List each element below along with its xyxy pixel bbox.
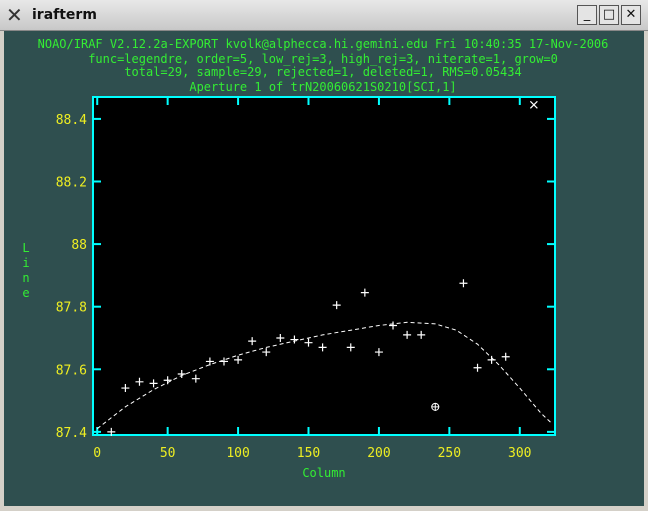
close-button[interactable]: ✕	[621, 5, 641, 25]
minimize-button[interactable]: _	[577, 5, 597, 25]
plot-canvas: NOAO/IRAF V2.12.2a-EXPORT kvolk@alphecca…	[22, 37, 609, 480]
rejected-point	[431, 402, 440, 411]
y-axis-label: Line	[22, 241, 29, 300]
x-tick-label: 250	[438, 446, 461, 461]
window-title: irafterm	[32, 7, 97, 23]
y-axis-label-char: n	[22, 271, 29, 285]
irafterm-window: ✕ irafterm _ □ ✕ NOAO/IRAF V2.12.2a-EXPO…	[0, 0, 648, 511]
maximize-button[interactable]: □	[599, 5, 619, 25]
y-axis-label-char: e	[22, 286, 29, 300]
x-tick-label: 150	[297, 446, 320, 461]
y-tick-label: 88	[71, 238, 87, 253]
x-tick-label: 300	[508, 446, 531, 461]
header-line-1: NOAO/IRAF V2.12.2a-EXPORT kvolk@alphecca…	[38, 37, 609, 51]
y-tick-label: 87.8	[56, 301, 87, 316]
x-axis-label: Column	[302, 466, 345, 480]
x-tick-label: 200	[367, 446, 390, 461]
x-logo-icon: ✕	[6, 3, 23, 27]
y-tick-label: 87.4	[56, 426, 87, 441]
header-line-2: func=legendre, order=5, low_rej=3, high_…	[88, 52, 558, 66]
y-tick-label: 88.2	[56, 176, 87, 191]
plot-frame	[92, 96, 556, 436]
y-tick-label: 87.6	[56, 363, 87, 378]
y-axis-label-char: i	[22, 256, 29, 270]
header-line-3: total=29, sample=29, rejected=1, deleted…	[124, 65, 521, 79]
x-tick-label: 50	[160, 446, 176, 461]
x-tick-label: 0	[93, 446, 101, 461]
header-line-4: Aperture 1 of trN20060621S0210[SCI,1]	[189, 80, 456, 94]
title-bar[interactable]: ✕ irafterm _ □ ✕	[0, 0, 648, 31]
x-tick-label: 100	[226, 446, 249, 461]
y-tick-label: 88.4	[56, 113, 87, 128]
y-axis-label-char: L	[22, 241, 29, 255]
graphics-terminal[interactable]: NOAO/IRAF V2.12.2a-EXPORT kvolk@alphecca…	[4, 31, 644, 506]
